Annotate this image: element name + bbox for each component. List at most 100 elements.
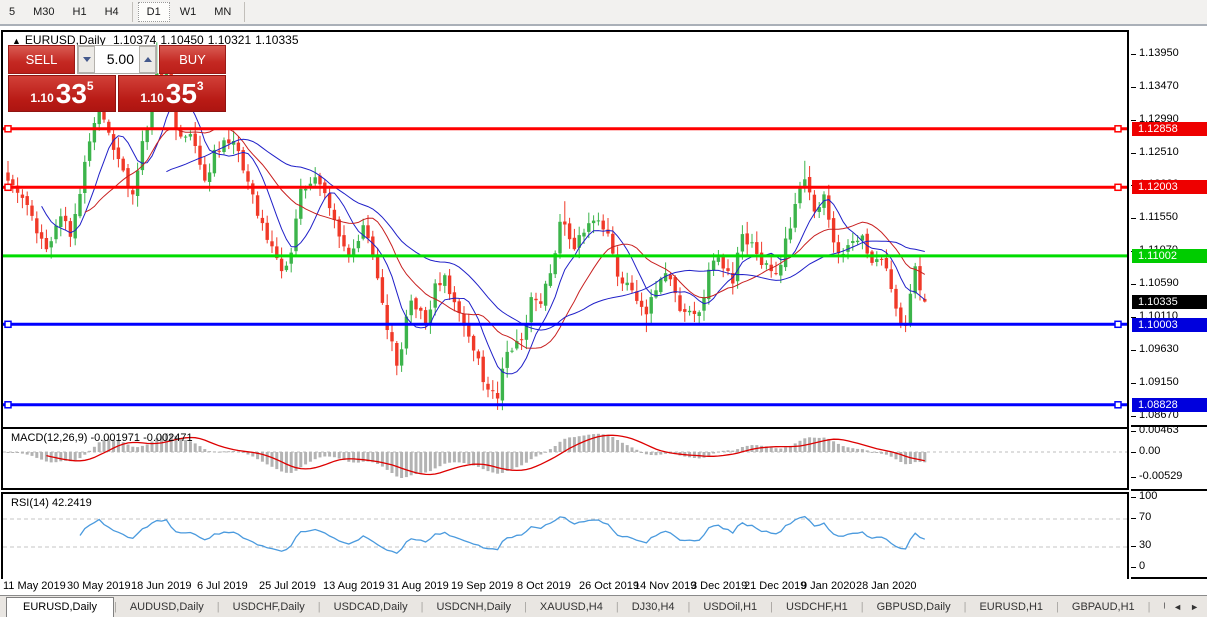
tick-mark	[1131, 120, 1136, 121]
date-label: 6 Jul 2019	[197, 580, 248, 592]
axis-divider	[1131, 425, 1207, 427]
tick-mark	[1131, 416, 1136, 417]
price-level-tag: 1.12858	[1132, 122, 1207, 136]
buy-price-big: 35	[166, 77, 197, 111]
volume-decrease-button[interactable]	[78, 46, 95, 73]
volume-stepper: 5.00	[77, 45, 157, 74]
sell-price-big: 33	[56, 77, 87, 111]
tick-mark	[1131, 87, 1136, 88]
scroll-right-icon[interactable]: ►	[1190, 602, 1199, 612]
sell-price-prefix: 1.10	[30, 91, 53, 105]
date-label: 11 May 2019	[3, 580, 66, 592]
price-tick: 1.09630	[1139, 343, 1179, 355]
tab-usdoil-h1[interactable]: USDOil,H1	[690, 598, 770, 616]
chart-window: ▲EURUSD,Daily 1.103741.104501.103211.103…	[0, 26, 1207, 595]
tab-scroll-buttons: ◄ ►	[1165, 596, 1207, 617]
tab-usdcad-daily[interactable]: USDCAD,Daily	[321, 598, 421, 616]
tick-mark	[1131, 518, 1136, 519]
axis-divider	[1131, 577, 1207, 579]
tick-mark	[1131, 54, 1136, 55]
sell-button[interactable]: SELL	[8, 45, 75, 74]
scroll-left-icon[interactable]: ◄	[1173, 602, 1182, 612]
timeframe-h4[interactable]: H4	[97, 3, 127, 21]
date-axis: 11 May 201930 May 201918 Jun 20196 Jul 2…	[1, 579, 1129, 595]
price-tick: 1.13470	[1139, 80, 1179, 92]
tab-usdcnh-daily[interactable]: USDCNH,Daily	[423, 598, 524, 616]
rsi-tick: 0	[1139, 560, 1145, 572]
timeframe-w1[interactable]: W1	[172, 3, 205, 21]
date-label: 9 Jan 2020	[801, 580, 855, 592]
timeframe-toolbar: 5M30H1H4 D1W1MN	[0, 0, 1207, 26]
price-level-tag: 1.08828	[1132, 398, 1207, 412]
date-label: 19 Sep 2019	[451, 580, 513, 592]
triangle-down-icon	[83, 57, 91, 62]
tab-usdchf-h1[interactable]: USDCHF,H1	[773, 598, 861, 616]
price-level-tag: 1.12003	[1132, 180, 1207, 194]
price-tick: 1.09150	[1139, 376, 1179, 388]
tab-eurusd-h1[interactable]: EURUSD,H1	[966, 598, 1056, 616]
tab-usd[interactable]: USD	[1151, 598, 1166, 616]
tab-usdchf-daily[interactable]: USDCHF,Daily	[220, 598, 318, 616]
rsi-tick: 30	[1139, 539, 1151, 551]
buy-button[interactable]: BUY	[159, 45, 226, 74]
toolbar-separator	[244, 2, 245, 22]
triangle-up-icon	[144, 57, 152, 62]
rsi-tick: 70	[1139, 511, 1151, 523]
tab-gbpaud-h1[interactable]: GBPAUD,H1	[1059, 598, 1148, 616]
rsi-label: RSI(14) 42.2419	[11, 497, 92, 509]
date-label: 21 Dec 2019	[744, 580, 806, 592]
volume-input[interactable]: 5.00	[95, 46, 139, 73]
price-tick: 1.10590	[1139, 277, 1179, 289]
price-tick: 1.12510	[1139, 146, 1179, 158]
date-label: 14 Nov 2019	[634, 580, 696, 592]
price-level-tag: 1.10335	[1132, 295, 1207, 309]
macd-tick: -0.00529	[1139, 470, 1182, 482]
timeframe-h1[interactable]: H1	[65, 3, 95, 21]
axis-divider	[1131, 489, 1207, 491]
price-tick: 1.13950	[1139, 47, 1179, 59]
buy-price-button[interactable]: 1.10353	[118, 75, 226, 112]
tick-mark	[1131, 452, 1136, 453]
date-label: 18 Jun 2019	[131, 580, 192, 592]
timeframe-mn[interactable]: MN	[206, 3, 239, 21]
date-label: 13 Aug 2019	[323, 580, 385, 592]
rsi-tick: 100	[1139, 490, 1157, 502]
date-label: 28 Jan 2020	[856, 580, 917, 592]
macd-panel: MACD(12,26,9) -0.001971 -0.002471	[1, 427, 1129, 490]
one-click-trading-panel: SELL 5.00 BUY 1.10335 1.10353	[8, 45, 226, 112]
mt4-terminal: 5M30H1H4D1W1MN ▲EURUSD,Daily 1.103741.10…	[0, 0, 1207, 617]
timeframe-m30[interactable]: M30	[25, 3, 62, 21]
date-label: 25 Jul 2019	[259, 580, 316, 592]
tick-mark	[1131, 477, 1136, 478]
tab-xauusd-h4[interactable]: XAUUSD,H4	[527, 598, 616, 616]
date-label: 3 Dec 2019	[691, 580, 747, 592]
date-label: 8 Oct 2019	[517, 580, 571, 592]
macd-label: MACD(12,26,9) -0.001971 -0.002471	[11, 432, 193, 444]
date-label: 26 Oct 2019	[579, 580, 639, 592]
timeframe-5[interactable]: 5	[1, 3, 23, 21]
toolbar-separator	[132, 2, 133, 22]
tick-mark	[1131, 431, 1136, 432]
tab-audusd-daily[interactable]: AUDUSD,Daily	[117, 598, 217, 616]
tab-eurusd-daily[interactable]: EURUSD,Daily	[6, 597, 114, 617]
tick-mark	[1131, 218, 1136, 219]
tick-mark	[1131, 383, 1136, 384]
tick-mark	[1131, 153, 1136, 154]
price-axis: 1.139501.134701.129901.125101.120301.115…	[1131, 26, 1207, 595]
price-tick: 1.11550	[1139, 211, 1178, 223]
buy-price-sup: 3	[197, 79, 204, 93]
tab-gbpusd-daily[interactable]: GBPUSD,Daily	[864, 598, 964, 616]
volume-increase-button[interactable]	[139, 46, 156, 73]
chart-tabs: EURUSD,Daily|AUDUSD,Daily|USDCHF,Daily|U…	[0, 596, 1165, 617]
tab-dj30-h4[interactable]: DJ30,H4	[619, 598, 688, 616]
date-label: 31 Aug 2019	[387, 580, 449, 592]
tick-mark	[1131, 546, 1136, 547]
macd-tick: 0.00	[1139, 445, 1160, 457]
buy-price-prefix: 1.10	[140, 91, 163, 105]
sell-price-sup: 5	[87, 79, 94, 93]
sell-price-button[interactable]: 1.10335	[8, 75, 116, 112]
tick-mark	[1131, 497, 1136, 498]
timeframe-d1[interactable]: D1	[138, 2, 170, 22]
tick-mark	[1131, 350, 1136, 351]
ohlc-close: 1.10335	[255, 33, 298, 47]
